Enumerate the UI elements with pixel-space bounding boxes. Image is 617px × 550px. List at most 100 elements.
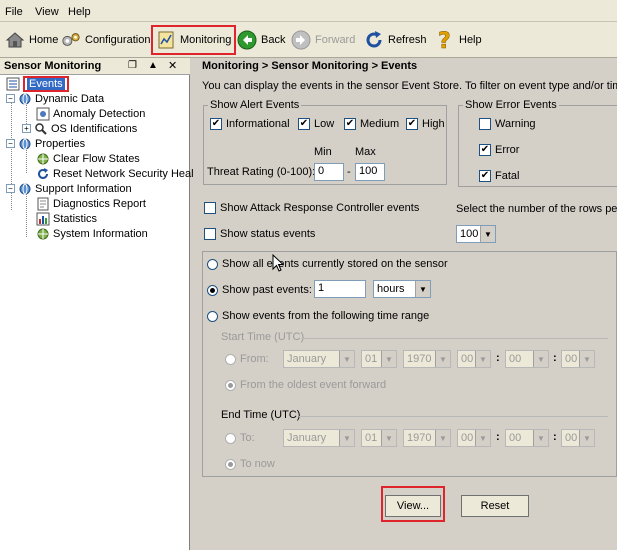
radio-circle (207, 310, 218, 322)
start-minute-select[interactable]: 00 ▼ (505, 350, 549, 368)
events-list-icon (6, 77, 20, 91)
checkbox-box (204, 228, 216, 240)
chevron-down-icon: ▼ (339, 430, 354, 446)
group-title: Show Error Events (463, 99, 559, 111)
time-colon: : (553, 431, 557, 443)
pin-icon[interactable]: ▲ (148, 60, 158, 71)
configuration-button[interactable]: Configuration (58, 26, 153, 54)
menu-view[interactable]: View (35, 6, 59, 18)
tree-item-reset-network-security[interactable]: Reset Network Security Heal (36, 166, 194, 181)
alert-events-group: Show Alert Events ✔ Informational ✔ Low … (203, 99, 447, 185)
pane-title: Sensor Monitoring (4, 60, 102, 72)
help-button[interactable]: ? Help (432, 26, 485, 54)
collapse-icon[interactable]: − (6, 94, 15, 103)
end-month-select[interactable]: January ▼ (283, 429, 355, 447)
monitoring-button[interactable]: Monitoring (151, 25, 237, 55)
past-events-input[interactable]: 1 (314, 280, 366, 298)
high-checkbox[interactable]: ✔ High (406, 118, 445, 130)
end-year-select[interactable]: 1970 ▼ (403, 429, 451, 447)
chevron-down-icon: ▼ (475, 351, 490, 367)
medium-checkbox[interactable]: ✔ Medium (344, 118, 399, 130)
informational-checkbox[interactable]: ✔ Informational (210, 118, 290, 130)
to-now-radio[interactable]: To now (225, 458, 275, 470)
attack-response-checkbox[interactable]: Show Attack Response Controller events (204, 202, 419, 214)
tree-item-system-information[interactable]: System Information (36, 226, 148, 241)
checkmark-icon: ✔ (406, 118, 418, 130)
end-day-select[interactable]: 01 ▼ (361, 429, 397, 447)
description-text: You can display the events in the sensor… (202, 80, 617, 92)
tree-item-clear-flow-states[interactable]: Clear Flow States (36, 151, 140, 166)
chevron-down-icon: ▼ (435, 351, 450, 367)
chevron-down-icon: ▼ (579, 430, 594, 446)
globe-icon (18, 137, 32, 151)
start-day-select[interactable]: 01 ▼ (361, 350, 397, 368)
tree-item-events[interactable]: Events (6, 75, 69, 92)
tree-item-support-information[interactable]: − Support Information (6, 181, 132, 196)
end-second-select[interactable]: 00 ▼ (561, 429, 595, 447)
checkbox-box (479, 118, 491, 130)
fatal-checkbox[interactable]: ✔ Fatal (479, 170, 519, 182)
error-checkbox[interactable]: ✔ Error (479, 144, 519, 156)
radio-circle (225, 432, 236, 444)
anomaly-detection-icon (36, 107, 50, 121)
menu-help[interactable]: Help (68, 6, 91, 18)
max-threat-input[interactable]: 100 (355, 163, 385, 181)
show-past-radio[interactable]: Show past events: (207, 284, 312, 296)
min-threat-input[interactable]: 0 (314, 163, 344, 181)
svg-text:?: ? (438, 29, 451, 51)
checkmark-icon: ✔ (479, 144, 491, 156)
globe-icon (18, 182, 32, 196)
start-hour-select[interactable]: 00 ▼ (457, 350, 491, 368)
range-dash: - (347, 166, 351, 178)
tree-item-properties[interactable]: − Properties (6, 136, 85, 151)
tree-item-dynamic-data[interactable]: − Dynamic Data (6, 91, 104, 106)
end-minute-select[interactable]: 00 ▼ (505, 429, 549, 447)
start-second-select[interactable]: 00 ▼ (561, 350, 595, 368)
home-button[interactable]: Home (2, 26, 61, 54)
tree-line (26, 192, 27, 237)
rows-per-page-select[interactable]: 100 ▼ (456, 225, 496, 243)
menu-bar: File View Help (0, 0, 617, 22)
past-unit-select[interactable]: hours ▼ (373, 280, 431, 298)
toolbar: Home Configuration Monitoring Back Forwa… (0, 22, 617, 58)
warning-checkbox[interactable]: Warning (479, 118, 536, 130)
gears-icon (61, 30, 81, 50)
collapse-icon[interactable]: − (6, 184, 15, 193)
from-radio[interactable]: From: (225, 353, 269, 365)
end-hour-select[interactable]: 00 ▼ (457, 429, 491, 447)
low-checkbox[interactable]: ✔ Low (298, 118, 334, 130)
radio-circle (207, 258, 218, 270)
chevron-down-icon: ▼ (480, 226, 495, 242)
reset-icon (36, 167, 50, 181)
refresh-button[interactable]: Refresh (361, 26, 430, 54)
oldest-event-radio[interactable]: From the oldest event forward (225, 379, 386, 391)
tree-item-statistics[interactable]: Statistics (36, 211, 97, 226)
back-button[interactable]: Back (234, 26, 288, 54)
chevron-down-icon: ▼ (381, 430, 396, 446)
close-icon[interactable]: ✕ (168, 59, 177, 72)
collapse-icon[interactable]: − (6, 139, 15, 148)
expand-icon[interactable]: + (22, 124, 31, 133)
restore-icon[interactable]: ❐ (128, 60, 137, 71)
radio-circle (207, 284, 218, 296)
menu-file[interactable]: File (5, 6, 23, 18)
network-globe-icon (36, 152, 50, 166)
chevron-down-icon: ▼ (415, 281, 430, 297)
tree-item-anomaly-detection[interactable]: Anomaly Detection (36, 106, 145, 121)
radio-circle (225, 379, 236, 391)
reset-button[interactable]: Reset (461, 495, 529, 517)
tree-item-os-identifications[interactable]: + OS Identifications (22, 121, 137, 136)
show-range-radio[interactable]: Show events from the following time rang… (207, 310, 429, 322)
to-radio[interactable]: To: (225, 432, 255, 444)
status-events-checkbox[interactable]: Show status events (204, 228, 315, 240)
chevron-down-icon: ▼ (533, 430, 548, 446)
start-month-select[interactable]: January ▼ (283, 350, 355, 368)
divider (303, 338, 608, 339)
forward-button[interactable]: Forward (288, 26, 358, 54)
time-colon: : (496, 352, 500, 364)
tree-item-diagnostics-report[interactable]: Diagnostics Report (36, 196, 146, 211)
question-mark-icon: ? (435, 29, 455, 51)
error-events-group: Show Error Events Warning ✔ Error ✔ Fata… (458, 99, 617, 187)
start-year-select[interactable]: 1970 ▼ (403, 350, 451, 368)
show-all-radio[interactable]: Show all events currently stored on the … (207, 258, 448, 270)
